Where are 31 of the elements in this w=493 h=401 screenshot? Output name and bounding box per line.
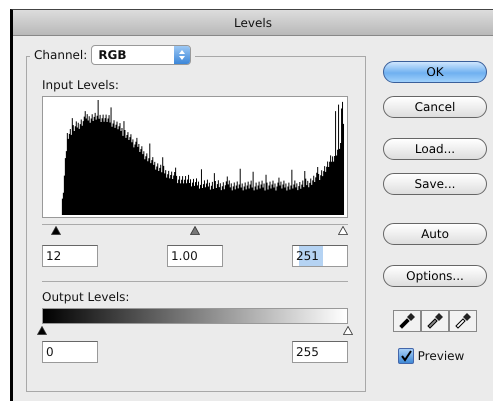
output-levels-label: Output Levels: [42, 290, 130, 304]
slider-thumb[interactable] [51, 226, 62, 235]
dialog-button[interactable]: Cancel [383, 96, 487, 118]
eyedropper-button[interactable] [393, 310, 421, 332]
channel-dropdown[interactable]: RGB [91, 45, 192, 65]
channel-label: Channel: [34, 48, 88, 62]
slider-thumb[interactable] [37, 326, 47, 335]
checkmark-icon [400, 350, 412, 362]
input-levels-label: Input Levels: [42, 78, 120, 92]
dialog-button[interactable]: OK [383, 61, 487, 83]
eyedropper-icon [425, 311, 445, 331]
slider-thumb[interactable] [343, 326, 353, 335]
input-level-field[interactable]: 12 [42, 245, 98, 267]
dialog-button[interactable]: Auto [383, 223, 487, 245]
input-level-field[interactable]: 251 [292, 245, 348, 267]
dialog-button[interactable]: Load... [383, 138, 487, 160]
stepper-icon [178, 49, 186, 61]
eyedropper-icon [453, 311, 473, 331]
eyedropper-button[interactable] [449, 310, 477, 332]
window-title: Levels [13, 10, 493, 36]
preview-label: Preview [418, 349, 464, 363]
slider-thumb[interactable] [338, 226, 348, 235]
slider-thumb[interactable] [190, 226, 200, 235]
dialog-button[interactable]: Save... [383, 173, 487, 195]
output-level-field[interactable]: 255 [292, 341, 348, 363]
input-level-field[interactable]: 1.00 [167, 245, 223, 267]
eyedropper-icon [397, 311, 417, 331]
dialog-button[interactable]: Options... [383, 265, 487, 287]
eyedropper-button[interactable] [421, 310, 449, 332]
preview-checkbox[interactable] [398, 348, 414, 364]
output-level-field[interactable]: 0 [42, 341, 98, 363]
